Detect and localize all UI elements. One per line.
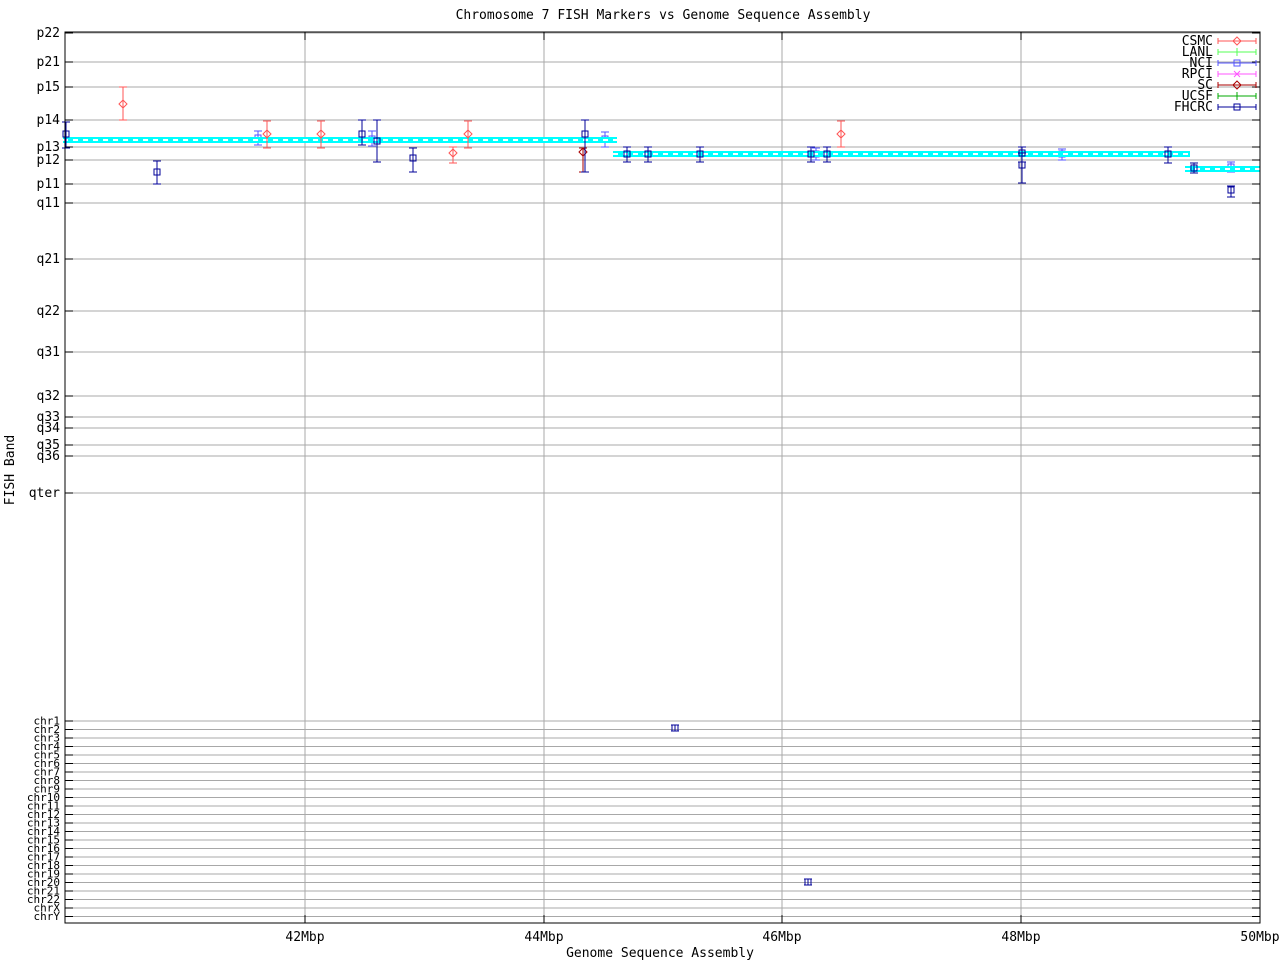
y-tick-label: q34: [37, 421, 61, 436]
y-tick-label: chrY: [34, 910, 61, 923]
x-tick-label: 46Mbp: [762, 930, 801, 945]
y-tick-label: p15: [37, 80, 60, 95]
y-tick-label: p12: [37, 153, 60, 168]
y-tick-label: p11: [37, 177, 60, 192]
fish-markers-chart: p22p21p15p14p13p12p11q11q21q22q31q32q33q…: [3, 8, 1280, 960]
y-tick-label: q31: [37, 345, 60, 360]
legend-item: RPCI: [1182, 67, 1257, 82]
assembly-track: [63, 137, 1260, 172]
grid-layer: [65, 32, 1260, 923]
y-tick-label: q22: [37, 304, 60, 319]
x-tick-label: 44Mbp: [524, 930, 563, 945]
legend-label: FHCRC: [1174, 100, 1213, 115]
chart-title: Chromosome 7 FISH Markers vs Genome Sequ…: [456, 8, 871, 23]
x-axis-label: Genome Sequence Assembly: [566, 946, 754, 960]
x-tick-label: 48Mbp: [1001, 930, 1040, 945]
y-tick-label: p14: [37, 113, 61, 128]
y-tick-label: p22: [37, 26, 60, 41]
tick-labels: p22p21p15p14p13p12p11q11q21q22q31q32q33q…: [27, 26, 1280, 945]
y-tick-label: q11: [37, 196, 60, 211]
x-tick-label: 42Mbp: [285, 930, 324, 945]
plot-layers: p22p21p15p14p13p12p11q11q21q22q31q32q33q…: [27, 26, 1280, 945]
y-tick-label: q32: [37, 389, 60, 404]
y-tick-label: q36: [37, 449, 60, 464]
series-FHCRC: [62, 119, 1235, 886]
x-tick-label: 50Mbp: [1240, 930, 1279, 945]
legend-item: FHCRC: [1174, 100, 1257, 115]
y-tick-label: qter: [29, 486, 60, 501]
y-axis-label: FISH Band: [3, 435, 18, 505]
y-tick-label: p21: [37, 55, 60, 70]
y-tick-label: q21: [37, 252, 60, 267]
legend: CSMCLANLNCIRPCISCUCSFFHCRC: [1174, 34, 1257, 115]
